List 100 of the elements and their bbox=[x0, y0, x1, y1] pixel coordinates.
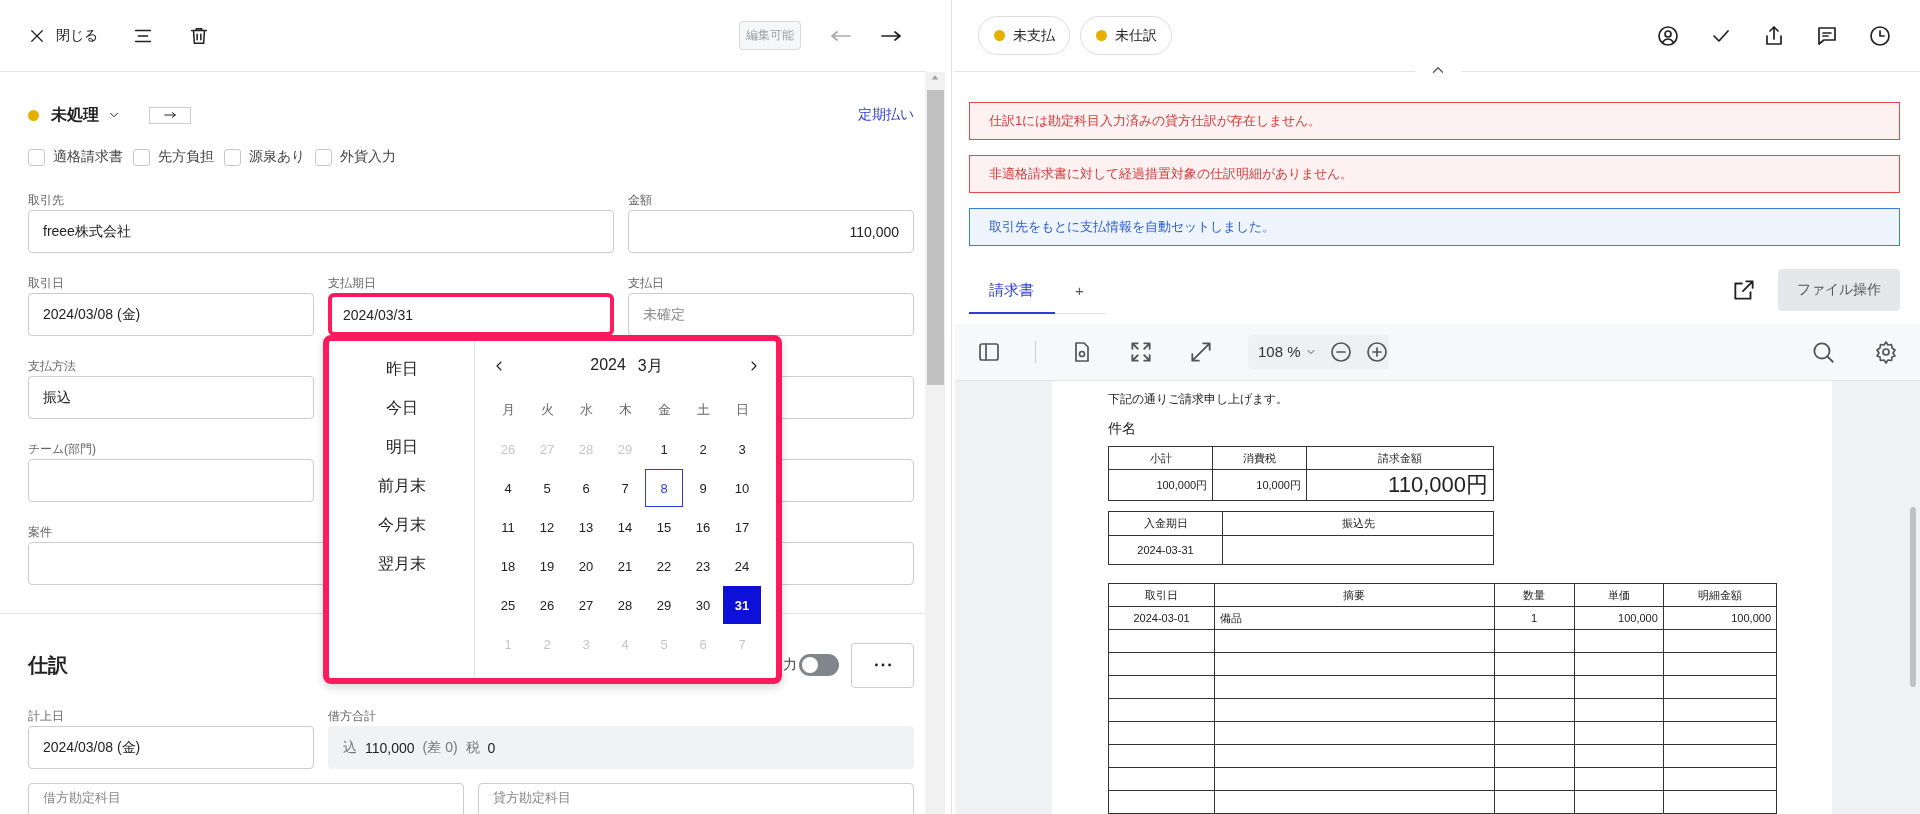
calendar-day[interactable]: 6 bbox=[567, 469, 605, 507]
calendar-day[interactable]: 10 bbox=[723, 469, 761, 507]
calendar-day[interactable]: 26 bbox=[528, 586, 566, 624]
table-cell: 10,000円 bbox=[1212, 469, 1307, 501]
table-header: 請求金額 bbox=[1306, 446, 1494, 470]
checkbox-label: 適格請求書 bbox=[53, 148, 123, 166]
user-icon[interactable] bbox=[1656, 23, 1680, 48]
calendar-day[interactable]: 14 bbox=[606, 508, 644, 546]
calendar-day[interactable]: 3 bbox=[723, 430, 761, 468]
calendar-day[interactable]: 4 bbox=[489, 469, 527, 507]
calendar-day[interactable]: 30 bbox=[684, 586, 722, 624]
checkbox[interactable] bbox=[28, 148, 45, 166]
date-preset[interactable]: 前月末 bbox=[373, 471, 430, 501]
status-label[interactable]: 未処理 bbox=[51, 104, 99, 126]
date-preset[interactable]: 昨日 bbox=[381, 354, 422, 384]
calendar-day[interactable]: 27 bbox=[567, 586, 605, 624]
calendar-day[interactable]: 7 bbox=[606, 469, 644, 507]
checkbox-label: 外貨入力 bbox=[340, 148, 396, 166]
checkbox[interactable] bbox=[315, 148, 332, 166]
zoom-out-icon[interactable] bbox=[1328, 339, 1353, 364]
calendar-day[interactable]: 11 bbox=[489, 508, 527, 546]
calendar-day[interactable]: 20 bbox=[567, 547, 605, 585]
date-preset[interactable]: 翌月末 bbox=[373, 549, 430, 579]
settings-icon[interactable] bbox=[1874, 339, 1898, 364]
edit-status-badge: 編集可能 bbox=[739, 21, 801, 50]
field-label: 借方合計 bbox=[328, 708, 376, 725]
calendar-day[interactable]: 21 bbox=[606, 547, 644, 585]
weekday-label: 土 bbox=[696, 401, 711, 419]
calendar-year: 2024 bbox=[590, 355, 626, 375]
calendar-day[interactable]: 17 bbox=[723, 508, 761, 546]
document-text: 下記の通りご請求申し上げます。 bbox=[1108, 391, 1289, 408]
calendar-day[interactable]: 16 bbox=[684, 508, 722, 546]
table-cell: 110,000円 bbox=[1306, 469, 1494, 501]
calendar-day[interactable]: 1 bbox=[645, 430, 683, 468]
calendar-day[interactable]: 29 bbox=[645, 586, 683, 624]
alert-message: 非適格請求書に対して経過措置対象の仕訳明細がありません。 bbox=[969, 155, 1900, 193]
recurring-payment-link[interactable]: 定期払い bbox=[858, 106, 914, 124]
calendar-day[interactable]: 25 bbox=[489, 586, 527, 624]
input-field[interactable]: 2024/03/08 (金) bbox=[28, 293, 314, 336]
input-field[interactable]: 2024/03/31 bbox=[328, 293, 614, 336]
table-cell: 100,000円 bbox=[1108, 469, 1213, 501]
calendar-day[interactable]: 28 bbox=[606, 586, 644, 624]
calendar-day[interactable]: 22 bbox=[645, 547, 683, 585]
status-chip: 未支払 bbox=[978, 16, 1070, 55]
table-header: 取引日 bbox=[1108, 583, 1215, 607]
date-preset[interactable]: 今月末 bbox=[373, 510, 430, 540]
checkbox[interactable] bbox=[224, 148, 241, 166]
input-field[interactable]: 2024/03/08 (金) bbox=[28, 726, 314, 769]
calendar-day[interactable]: 23 bbox=[684, 547, 722, 585]
field-label: 取引先 bbox=[28, 192, 64, 209]
weekday-label: 火 bbox=[540, 401, 555, 419]
input-field[interactable]: 未確定 bbox=[628, 293, 914, 336]
calendar-day[interactable]: 8 bbox=[645, 469, 683, 507]
close-button[interactable]: 閉じる bbox=[28, 26, 98, 45]
date-preset[interactable]: 今日 bbox=[381, 393, 422, 423]
tab[interactable]: 請求書 bbox=[969, 280, 1055, 314]
table-header: 摘要 bbox=[1214, 583, 1495, 607]
arrow-button[interactable] bbox=[149, 106, 191, 124]
input-field[interactable]: 貸方勘定科目 bbox=[478, 783, 914, 814]
checkbox-label: 源泉あり bbox=[249, 148, 305, 166]
calendar-day[interactable]: 12 bbox=[528, 508, 566, 546]
weekday-label: 月 bbox=[501, 401, 516, 419]
table-cell: 1 bbox=[1494, 606, 1575, 630]
calendar-day[interactable]: 19 bbox=[528, 547, 566, 585]
calendar-month: 3月 bbox=[637, 355, 663, 376]
date-preset[interactable]: 明日 bbox=[381, 432, 422, 462]
section-title: 仕訳 bbox=[28, 652, 68, 678]
document-heading: 件名 bbox=[1108, 420, 1137, 438]
tab[interactable]: + bbox=[1055, 280, 1102, 314]
input-field[interactable]: 借方勘定科目 bbox=[28, 783, 464, 814]
calendar-day[interactable]: 18 bbox=[489, 547, 527, 585]
scrollbar[interactable] bbox=[1910, 507, 1916, 687]
checkbox[interactable] bbox=[133, 148, 150, 166]
calendar-day[interactable]: 24 bbox=[723, 547, 761, 585]
table-cell: 100,000 bbox=[1663, 606, 1777, 630]
calendar-day[interactable]: 2 bbox=[684, 430, 722, 468]
input-field[interactable]: freee株式会社 bbox=[28, 210, 614, 253]
weekday-label: 水 bbox=[579, 401, 594, 419]
calendar-day[interactable]: 31 bbox=[723, 586, 761, 624]
zoom-in-icon[interactable] bbox=[1364, 339, 1389, 364]
clock-icon[interactable] bbox=[1868, 23, 1892, 48]
calendar-day[interactable]: 15 bbox=[645, 508, 683, 546]
input-field[interactable]: 振込 bbox=[28, 376, 314, 419]
file-actions-button[interactable]: ファイル操作 bbox=[1778, 269, 1900, 312]
checkbox-label: 先方負担 bbox=[158, 148, 214, 166]
field-label: 支払期日 bbox=[328, 275, 376, 292]
more-icon bbox=[874, 663, 891, 667]
scrollbar[interactable] bbox=[925, 72, 945, 814]
calendar-day[interactable]: 9 bbox=[684, 469, 722, 507]
table-cell: 100,000 bbox=[1574, 606, 1664, 630]
input-field[interactable] bbox=[28, 459, 314, 502]
calendar-day[interactable]: 5 bbox=[528, 469, 566, 507]
total-field: 込 110,000 (差 0) 税 0 bbox=[328, 726, 914, 769]
toggle-switch[interactable] bbox=[799, 654, 839, 676]
field-label: 案件 bbox=[28, 524, 52, 541]
field-label: 金額 bbox=[628, 192, 652, 209]
weekday-label: 木 bbox=[618, 401, 633, 419]
input-field[interactable]: 110,000 bbox=[628, 210, 914, 253]
table-cell: 備品 bbox=[1214, 606, 1495, 630]
calendar-day[interactable]: 13 bbox=[567, 508, 605, 546]
